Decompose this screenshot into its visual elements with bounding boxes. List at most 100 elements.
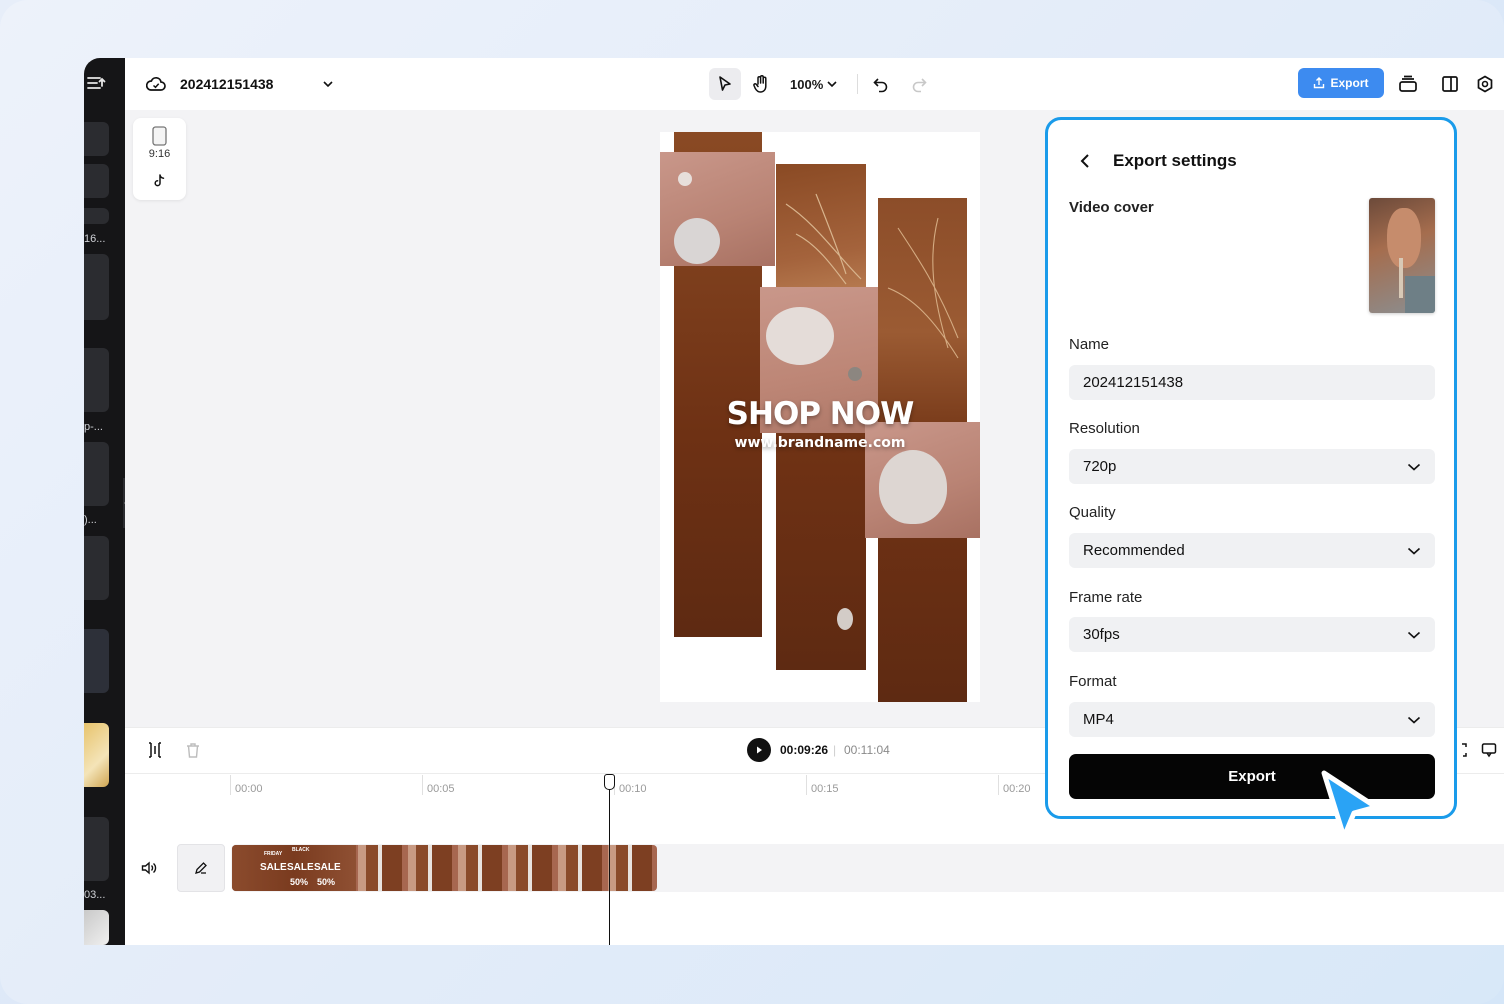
hand-icon [753,75,767,93]
tick-line [422,775,423,795]
clip-text-4: SALE [287,862,314,873]
total-time: 00:11:04 [844,743,890,757]
cloud-icon[interactable] [145,74,167,94]
chevron-down-icon [1407,463,1421,471]
clip-text-3: SALE [260,862,287,873]
chevron-down-icon [1407,716,1421,724]
name-label: Name [1069,336,1110,353]
top-export-label: Export [1330,76,1369,90]
phone-icon [152,126,167,146]
quality-value: Recommended [1083,542,1185,559]
left-sidebar: 16... p-... )... 03... [84,58,125,945]
top-export-button[interactable]: Export [1298,68,1384,98]
comment-icon[interactable] [1479,740,1499,760]
hand-tool-button[interactable] [745,68,777,100]
sidebar-thumb-11[interactable] [84,910,109,945]
clip-text-2: BLACK [292,847,310,853]
share-icon [1314,77,1325,89]
settings-icon[interactable] [1473,72,1497,96]
tick-line [230,775,231,795]
sidebar-label-3: )... [84,514,97,526]
chevron-down-icon [1407,547,1421,555]
tick-label: 00:05 [427,783,455,795]
name-value: 202412151438 [1083,374,1184,391]
tick-label: 00:20 [1003,783,1031,795]
sidebar-thumb-7[interactable] [84,536,109,600]
stack-icon[interactable] [1396,72,1420,96]
split-panel-icon[interactable] [1438,72,1462,96]
sidebar-thumb-10[interactable] [84,817,109,881]
format-select[interactable]: MP4 [1069,702,1435,737]
tick-label: 00:10 [619,783,647,795]
tick-label: 00:15 [811,783,839,795]
top-bar: 202412151438 100% Export [125,58,1504,110]
format-label: Format [1069,673,1117,690]
sidebar-thumb-6[interactable] [84,442,109,506]
current-time: 00:09:26 [780,743,829,757]
outer-frame: 16... p-... )... 03... 202412151438 100%… [0,0,1504,1004]
clip-text-1: FRIDAY [264,851,283,857]
sidebar-thumb-8[interactable] [84,629,109,693]
preview-headline: SHOP NOW [726,396,915,432]
chevron-down-icon [1407,631,1421,639]
playhead-handle[interactable] [604,774,615,790]
play-button[interactable] [747,738,771,762]
back-icon[interactable] [1075,150,1095,172]
resolution-label: Resolution [1069,420,1140,437]
redo-icon[interactable] [907,72,931,96]
tick-line [998,775,999,795]
tiktok-icon [154,174,165,187]
audio-icon[interactable] [139,858,159,878]
frame-rate-label: Frame rate [1069,589,1143,606]
clip-text-5: SALE [314,862,341,873]
resolution-select[interactable]: 720p [1069,449,1435,484]
sidebar-thumb-9[interactable] [84,723,109,787]
video-cover-thumbnail[interactable] [1369,198,1435,313]
clip-text-7: 50% [317,877,336,887]
undo-icon[interactable] [869,72,893,96]
mouse-cursor-icon [1321,770,1379,840]
toolbar-divider [857,74,858,94]
sidebar-label-2: p-... [84,421,103,433]
pen-icon [195,862,207,874]
sidebar-thumb-3[interactable] [84,208,109,224]
export-settings-panel: Export settings Video cover Name 2024121… [1045,117,1457,819]
preview-pendant [834,602,856,638]
time-separator: | [833,743,837,757]
name-input[interactable]: 202412151438 [1069,365,1435,400]
quality-select[interactable]: Recommended [1069,533,1435,568]
tick-label: 00:00 [235,783,263,795]
aspect-ratio-card[interactable]: 9:16 [133,118,186,200]
project-name[interactable]: 202412151438 [180,74,273,94]
playhead[interactable] [604,774,615,945]
delete-icon[interactable] [183,740,203,760]
sidebar-thumb-4[interactable] [84,254,109,320]
video-clip[interactable]: FRIDAY BLACK SALE SALE SALE 50% 50% [232,845,657,891]
chevron-down-icon[interactable] [321,74,335,94]
split-icon[interactable] [145,740,165,760]
edit-cover-button[interactable] [177,844,225,892]
zoom-level[interactable]: 100% [790,74,823,94]
panel-title: Export settings [1113,151,1237,170]
aspect-ratio-label: 9:16 [148,148,171,160]
select-tool-button[interactable] [709,68,741,100]
tick-line [806,775,807,795]
pointer-icon [719,76,731,91]
clip-text-6: 50% [290,877,309,887]
sidebar-thumb-5[interactable] [84,348,109,412]
frame-rate-select[interactable]: 30fps [1069,617,1435,652]
preview-photo-earrings [660,152,775,266]
preview-photo-branches-1 [776,164,866,289]
play-icon [757,746,762,754]
menu-toggle-icon[interactable] [86,74,106,92]
quality-label: Quality [1069,504,1116,521]
frame-rate-value: 30fps [1083,626,1120,643]
preview-photo-branches-2 [878,198,967,422]
sidebar-thumb-1[interactable] [84,122,109,156]
zoom-chevron-icon[interactable] [825,74,839,94]
sidebar-thumb-2[interactable] [84,164,109,198]
video-preview[interactable]: SHOP NOW www.brandname.com [660,132,980,702]
sidebar-label-4: 03... [84,889,106,901]
resolution-value: 720p [1083,458,1117,475]
video-cover-label: Video cover [1069,199,1154,216]
